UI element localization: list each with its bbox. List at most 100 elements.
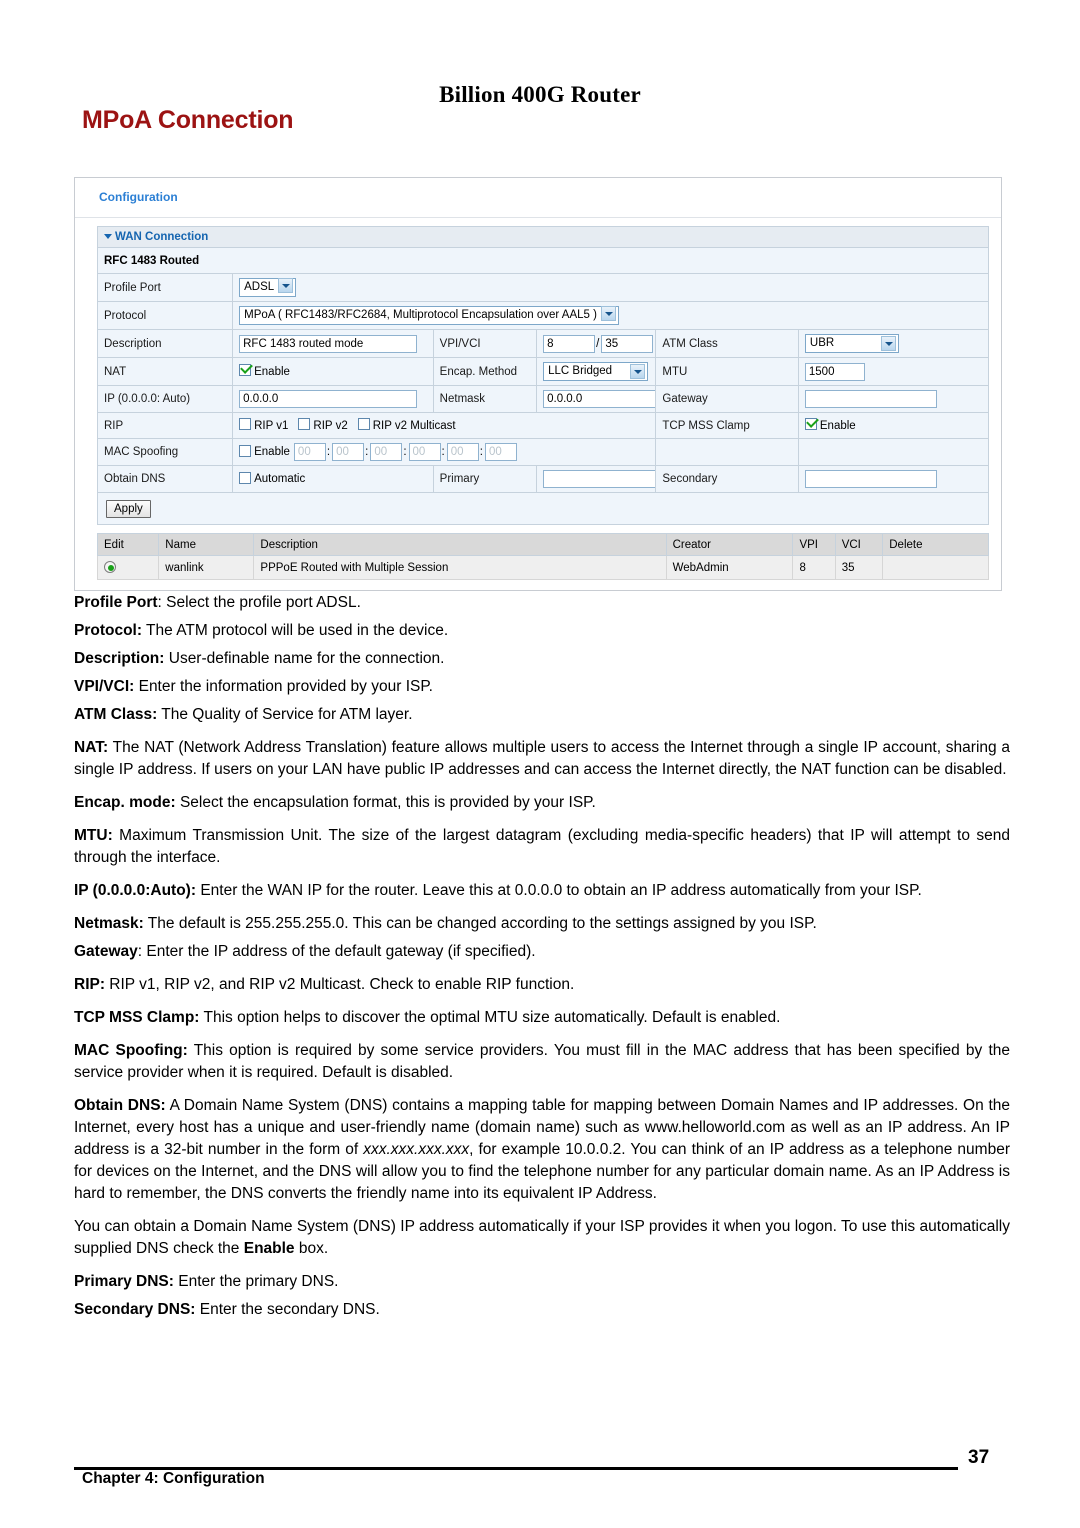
mac-spoofing-label: MAC Spoofing — [96, 438, 234, 466]
profile-port-label: Profile Port — [96, 273, 234, 302]
encap-method-label: Encap. Method — [432, 357, 538, 386]
table-row: Obtain DNS Automatic Primary Secondary — [96, 465, 990, 493]
mac-separator: : — [365, 446, 369, 459]
paragraph-vpivci: VPI/VCI: Enter the information provided … — [74, 676, 1010, 698]
ip-input[interactable]: 0.0.0.0 — [239, 390, 418, 408]
obtain-dns-automatic-checkbox[interactable] — [239, 471, 252, 484]
paragraph-tcp-mss-clamp: TCP MSS Clamp: This option helps to disc… — [74, 1007, 1010, 1029]
table-row: wanlink PPPoE Routed with Multiple Sessi… — [96, 555, 989, 580]
paragraph-ip: IP (0.0.0.0:Auto): Enter the WAN IP for … — [74, 880, 1010, 902]
wan-config-table: RFC 1483 Routed Profile Port ADSL Protoc… — [96, 247, 990, 493]
chevron-down-icon — [880, 336, 896, 351]
ip-label: IP (0.0.0.0: Auto) — [96, 385, 234, 413]
subsection-label: RFC 1483 Routed — [97, 247, 989, 274]
tcp-mss-clamp-label: TCP MSS Clamp — [655, 412, 799, 439]
mac-spoofing-enable-checkbox[interactable] — [239, 445, 252, 457]
desc-dns-auto-b: box. — [294, 1240, 329, 1257]
ip-cell: 0.0.0.0 — [232, 385, 434, 413]
column-header-description: Description — [253, 533, 667, 556]
secondary-dns-label: Secondary — [655, 465, 799, 493]
mac-octet-1-input[interactable]: 00 — [293, 443, 326, 461]
desc-profile-port: : Select the profile port ADSL. — [157, 594, 361, 611]
vci-input[interactable]: 35 — [601, 334, 654, 353]
encap-method-value: LLC Bridged — [548, 365, 613, 377]
netmask-label: Netmask — [432, 385, 538, 413]
paragraph-obtain-dns: Obtain DNS: A Domain Name System (DNS) c… — [74, 1095, 1010, 1205]
netmask-input[interactable]: 0.0.0.0 — [543, 390, 655, 408]
tcp-mss-enable-checkbox[interactable] — [804, 418, 817, 431]
term-primary-dns: Primary DNS: — [74, 1273, 174, 1290]
term-secondary-dns: Secondary DNS: — [74, 1301, 196, 1318]
desc-secondary-dns: Enter the secondary DNS. — [195, 1301, 380, 1318]
mac-octet-2-input[interactable]: 00 — [332, 443, 365, 461]
term-mac-spoofing: MAC Spoofing: — [74, 1042, 188, 1059]
paragraph-primary-dns: Primary DNS: Enter the primary DNS. — [74, 1271, 1010, 1293]
mac-spoofing-spacer — [655, 438, 799, 466]
rip-v2-label: RIP v2 — [313, 419, 348, 432]
desc-protocol: The ATM protocol will be used in the dev… — [142, 622, 449, 639]
apply-button[interactable]: Apply — [106, 500, 151, 518]
term-tcp-mss-clamp: TCP MSS Clamp: — [74, 1009, 200, 1026]
desc-rip: RIP v1, RIP v2, and RIP v2 Multicast. Ch… — [105, 976, 575, 993]
term-profile-port: Profile Port — [74, 594, 158, 611]
paragraph-gateway: Gateway: Enter the IP address of the def… — [74, 941, 1010, 963]
term-encap-mode: Encap. mode: — [74, 794, 176, 811]
delete-cell[interactable] — [882, 555, 989, 580]
chevron-down-icon — [630, 364, 646, 379]
rip-v2-checkbox[interactable] — [298, 418, 311, 431]
atm-class-value: UBR — [809, 337, 835, 349]
description-input[interactable]: RFC 1483 routed mode — [239, 334, 418, 353]
paragraph-protocol: Protocol: The ATM protocol will be used … — [74, 620, 1010, 642]
table-row: MAC Spoofing Enable 00:00:00:00:00:00 — [96, 438, 990, 466]
panel-title: Configuration — [75, 178, 1001, 218]
mac-octet-3-input[interactable]: 00 — [370, 443, 403, 461]
edit-radio-icon[interactable] — [104, 561, 116, 574]
mtu-label: MTU — [655, 357, 799, 386]
obtain-dns-label: Obtain DNS — [96, 465, 234, 493]
profile-port-select[interactable]: ADSL — [239, 278, 297, 297]
paragraph-rip: RIP: RIP v1, RIP v2, and RIP v2 Multicas… — [74, 974, 1010, 996]
vpi-input[interactable]: 8 — [543, 334, 596, 353]
table-row: Profile Port ADSL — [96, 273, 989, 302]
apply-bar: Apply — [97, 493, 989, 525]
desc-atm-class: The Quality of Service for ATM layer. — [157, 706, 413, 723]
mac-separator: : — [441, 446, 445, 459]
term-vpivci: VPI/VCI: — [74, 678, 135, 695]
vci-cell: 35 — [834, 555, 884, 580]
description-label: Description — [96, 329, 234, 358]
secondary-dns-cell — [797, 465, 990, 493]
encap-method-select[interactable]: LLC Bridged — [543, 362, 649, 381]
rip-v1-checkbox[interactable] — [239, 418, 252, 431]
secondary-dns-input[interactable] — [804, 470, 937, 488]
table-row: RFC 1483 Routed — [97, 247, 989, 274]
desc-dns-auto-a: You can obtain a Domain Name System (DNS… — [74, 1218, 1010, 1257]
page-title: MPoA Connection — [82, 106, 294, 134]
desc-description: User-definable name for the connection. — [164, 650, 445, 667]
column-header-creator: Creator — [665, 533, 794, 556]
mac-octet-6-input[interactable]: 00 — [484, 443, 517, 461]
rip-v2-multicast-checkbox[interactable] — [357, 418, 370, 431]
term-netmask: Netmask: — [74, 915, 144, 932]
protocol-select[interactable]: MPoA ( RFC1483/RFC2684, Multiprotocol En… — [239, 306, 619, 325]
atm-class-select[interactable]: UBR — [804, 334, 899, 353]
encap-method-cell: LLC Bridged — [536, 357, 657, 386]
nat-enable-checkbox[interactable] — [239, 364, 252, 377]
rip-v1-label: RIP v1 — [254, 419, 289, 432]
mac-spoofing-cell: Enable 00:00:00:00:00:00 — [232, 438, 657, 466]
mac-octet-5-input[interactable]: 00 — [446, 443, 479, 461]
vpivci-label: VPI/VCI — [432, 329, 538, 358]
vpivci-separator: / — [596, 337, 600, 350]
primary-dns-input[interactable] — [543, 470, 655, 488]
page-number: 37 — [968, 1447, 990, 1468]
mac-octet-4-input[interactable]: 00 — [408, 443, 441, 461]
mtu-cell: 1500 — [797, 357, 990, 386]
term-gateway: Gateway — [74, 943, 138, 960]
gateway-input[interactable] — [804, 390, 937, 408]
edit-cell[interactable] — [96, 555, 160, 580]
paragraph-mac-spoofing: MAC Spoofing: This option is required by… — [74, 1040, 1010, 1084]
column-header-name: Name — [158, 533, 255, 556]
desc-nat: The NAT (Network Address Translation) fe… — [74, 739, 1010, 778]
name-cell: wanlink — [158, 555, 255, 580]
mtu-input[interactable]: 1500 — [804, 362, 865, 381]
wan-connection-section-header[interactable]: WAN Connection — [97, 226, 989, 247]
